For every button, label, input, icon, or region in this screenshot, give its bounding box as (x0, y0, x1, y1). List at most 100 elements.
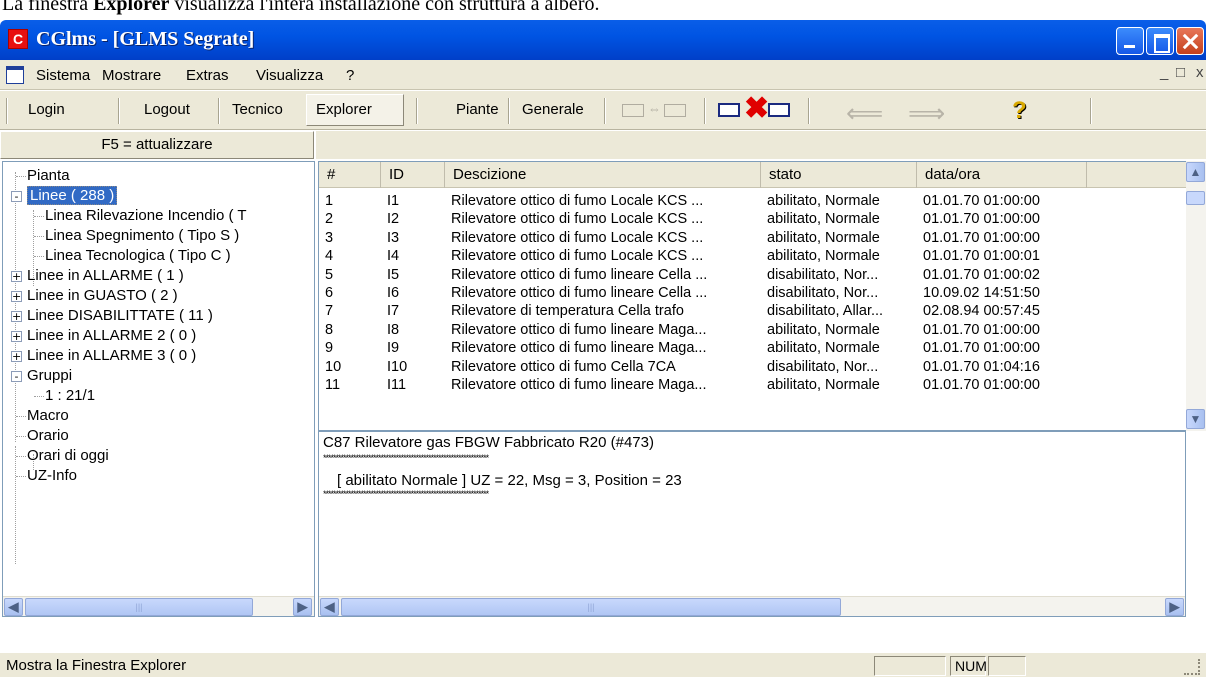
detail-hscrollbar[interactable]: ◀ ||| ▶ (319, 596, 1185, 616)
tree-collapse-icon[interactable]: - (11, 371, 22, 382)
tree-item[interactable]: Linee in GUASTO ( 2 ) (27, 286, 178, 306)
tree-hscrollbar[interactable]: ◀ ||| ▶ (3, 596, 314, 616)
mdi-minimize-button[interactable]: _ (1160, 64, 1168, 81)
table-row[interactable]: 11 I11 Rilevatore ottico di fumo lineare M… (319, 376, 1189, 394)
connect-icon[interactable]: ⇔ (622, 101, 688, 118)
tree-item[interactable]: Linee in ALLARME ( 1 ) (27, 266, 184, 286)
menu-mostrare[interactable]: Mostrare (102, 67, 161, 84)
tree-item[interactable]: Orari di oggi (27, 446, 109, 466)
tree-item[interactable]: Macro (27, 406, 69, 426)
tree-item[interactable]: Linee in ALLARME 3 ( 0 ) (27, 346, 196, 366)
table-vscrollbar[interactable]: ▲ ▼ (1186, 161, 1206, 431)
scroll-right-arrow-icon[interactable]: ▶ (1165, 598, 1184, 616)
scroll-thumb[interactable] (1186, 191, 1205, 205)
maximize-button[interactable] (1146, 27, 1174, 55)
explorer-button[interactable]: Explorer (316, 101, 372, 118)
column-header-id[interactable]: ID (381, 162, 445, 188)
column-header-data-ora[interactable]: data/ora (917, 162, 1087, 188)
tree-expand-icon[interactable]: + (11, 291, 22, 302)
tree-item[interactable]: UZ-Info (27, 466, 77, 486)
tree-item[interactable]: Linee in ALLARME 2 ( 0 ) (27, 326, 196, 346)
app-icon[interactable]: C (8, 29, 28, 49)
tree-connector (34, 216, 44, 217)
tree-item[interactable]: Linee DISABILITTATE ( 11 ) (27, 306, 213, 326)
explorer-tree[interactable]: Pianta - Linee ( 288 ) Linea Rilevazione In… (2, 161, 315, 617)
cell-data-ora: 01.01.70 01:00:00 (923, 229, 1040, 246)
cell-data-ora: 01.01.70 01:00:00 (923, 193, 1040, 209)
tree-expand-icon[interactable]: + (11, 271, 22, 282)
column-header-stato[interactable]: stato (761, 162, 917, 188)
tree-collapse-icon[interactable]: - (11, 191, 22, 202)
scroll-down-arrow-icon[interactable]: ▼ (1186, 409, 1205, 429)
scroll-left-arrow-icon[interactable]: ◀ (4, 598, 23, 616)
menu-help[interactable]: ? (346, 67, 354, 84)
scroll-thumb[interactable]: ||| (341, 598, 841, 616)
mdi-restore-button[interactable]: □ (1176, 64, 1185, 81)
forward-arrow-icon[interactable]: ⟹ (908, 100, 945, 126)
toolbar-separator (118, 98, 120, 124)
close-button[interactable] (1176, 27, 1204, 55)
tree-item[interactable]: 1 : 21/1 (45, 386, 95, 406)
tree-connector (16, 456, 26, 457)
cell-number: 8 (325, 321, 334, 338)
back-arrow-icon[interactable]: ⟸ (846, 100, 883, 126)
resize-grip-icon[interactable] (1184, 659, 1200, 675)
column-header-blank[interactable] (1087, 162, 1189, 188)
tree-expand-icon[interactable]: + (11, 351, 22, 362)
table-row[interactable]: 5 I5 Rilevatore ottico di fumo lineare Cel… (319, 266, 1189, 284)
scroll-thumb[interactable]: ||| (25, 598, 253, 616)
mdi-close-button[interactable]: x (1196, 64, 1204, 81)
tree-item[interactable]: Gruppi (27, 366, 72, 386)
tree-item[interactable]: Linea Spegnimento ( Tipo S ) (45, 226, 239, 246)
table-row[interactable]: 2 I2 Rilevatore ottico di fumo Locale KCS … (319, 210, 1189, 228)
logout-button[interactable]: Logout (144, 101, 190, 118)
menu-extras[interactable]: Extras (186, 67, 229, 84)
tree-item-label: Orario (27, 427, 69, 444)
table-row[interactable]: 1 I1 Rilevatore ottico di fumo Locale KCS … (319, 192, 1189, 210)
tree-item-label: Linee in ALLARME ( 1 ) (27, 267, 184, 284)
tecnico-button[interactable]: Tecnico (232, 101, 283, 118)
status-bar: Mostra la Finestra Explorer NUM (0, 652, 1206, 677)
table-row[interactable]: 7 I7 Rilevatore di temperatura Cella trafo… (319, 302, 1189, 320)
scroll-right-arrow-icon[interactable]: ▶ (293, 598, 312, 616)
table-row[interactable]: 6 I6 Rilevatore ottico di fumo lineare Cel… (319, 284, 1189, 302)
column-header-description[interactable]: Descizione (445, 162, 761, 188)
menu-visualizza[interactable]: Visualizza (256, 67, 323, 84)
refresh-button[interactable]: F5 = attualizzare (0, 131, 314, 159)
column-header-number[interactable]: # (319, 162, 381, 188)
tree-item[interactable]: Linee ( 288 ) (27, 186, 118, 206)
cell-description: Rilevatore ottico di fumo Locale KCS ... (451, 248, 704, 265)
document-icon[interactable] (6, 66, 24, 84)
table-row[interactable]: 8 I8 Rilevatore ottico di fumo lineare Mag… (319, 321, 1189, 339)
help-icon[interactable]: ? (1012, 97, 1027, 125)
detail-separator: ****************************************… (323, 453, 489, 463)
window-titlebar[interactable]: C CGlms - [GLMS Segrate] (0, 20, 1206, 60)
tree-item[interactable]: Linea Rilevazione Incendio ( T (45, 206, 247, 226)
tree-expand-icon[interactable]: + (11, 311, 22, 322)
table-row[interactable]: 10 I10 Rilevatore ottico di fumo Cella 7CA… (319, 358, 1189, 376)
table-row[interactable]: 3 I3 Rilevatore ottico di fumo Locale KCS … (319, 229, 1189, 247)
cell-data-ora: 01.01.70 01:04:16 (923, 358, 1040, 375)
toolbar-separator (808, 98, 810, 124)
tree-item[interactable]: Pianta (27, 166, 70, 186)
table-row[interactable]: 9 I9 Rilevatore ottico di fumo lineare Mag… (319, 339, 1189, 357)
tree-item[interactable]: Orario (27, 426, 69, 446)
tree-item-label: Gruppi (27, 367, 73, 384)
scroll-up-arrow-icon[interactable]: ▲ (1186, 162, 1205, 182)
detector-table[interactable]: # ID Descizione stato data/ora 1 I1 Rileva… (318, 161, 1206, 431)
tree-item[interactable]: Linea Tecnologica ( Tipo C ) (45, 246, 231, 266)
cell-id: I4 (387, 248, 400, 265)
piante-button[interactable]: Piante (456, 101, 499, 118)
toolbar: Login Logout Tecnico Explorer Piante Gen… (0, 91, 1206, 130)
scroll-left-arrow-icon[interactable]: ◀ (320, 598, 339, 616)
tree-expand-icon[interactable]: + (11, 331, 22, 342)
table-row[interactable]: 4 I4 Rilevatore ottico di fumo Locale KCS … (319, 247, 1189, 265)
table-header: # ID Descizione stato data/ora (319, 162, 1189, 188)
detail-panel[interactable]: C87 Rilevatore gas FBGW Fabbricato R20 (… (318, 431, 1186, 617)
disconnect-icon[interactable]: ✖ (718, 94, 794, 124)
minimize-button[interactable] (1116, 27, 1144, 55)
generale-button[interactable]: Generale (522, 101, 584, 118)
cell-description: Rilevatore ottico di fumo Cella 7CA (451, 358, 676, 375)
menu-sistema[interactable]: Sistema (36, 67, 90, 84)
login-button[interactable]: Login (28, 101, 65, 118)
